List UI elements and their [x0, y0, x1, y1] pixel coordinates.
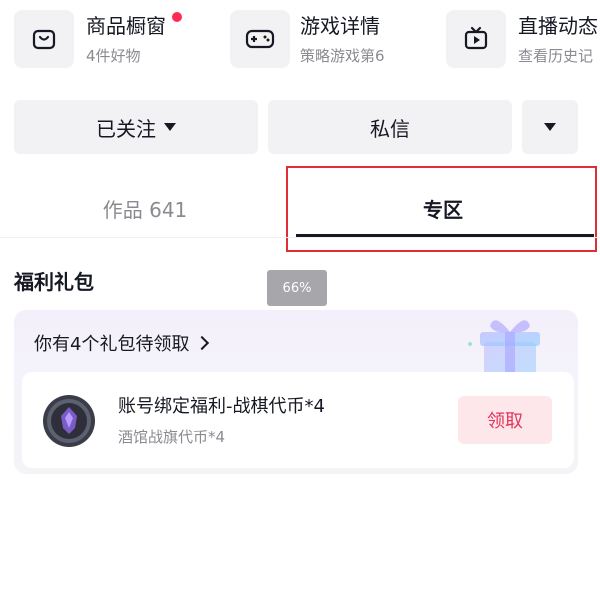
message-button[interactable]: 私信: [268, 100, 512, 154]
shortcut-live-updates[interactable]: 直播动态 查看历史记: [446, 8, 600, 72]
claim-button[interactable]: 领取: [458, 396, 552, 444]
shortcut-title: 游戏详情: [300, 14, 380, 38]
gift-item-title: 账号绑定福利-战棋代币*4: [118, 396, 325, 417]
message-label: 私信: [370, 116, 410, 141]
shortcut-subtitle: 策略游戏第6: [300, 47, 385, 65]
shortcut-subtitle: 查看历史记: [518, 47, 594, 65]
following-label: 已关注: [96, 116, 156, 141]
chevron-right-icon: [195, 335, 210, 351]
gift-item-subtitle: 酒馆战旗代币*4: [118, 428, 226, 446]
gamepad-icon: [230, 10, 290, 68]
caret-down-icon: [544, 123, 556, 131]
shortcut-subtitle: 4件好物: [86, 47, 141, 65]
section-title: 福利礼包: [14, 270, 94, 294]
more-options-button[interactable]: [522, 100, 578, 154]
following-button[interactable]: 已关注: [14, 100, 258, 154]
tab-zone[interactable]: 专区: [296, 178, 590, 238]
tab-zone-label: 专区: [423, 197, 463, 222]
gift-item: 账号绑定福利-战棋代币*4 酒馆战旗代币*4 领取: [22, 372, 574, 468]
gift-card: 你有4个礼包待领取 账号绑定福利-战棋代币*4 酒馆战旗代币*4 领取: [14, 310, 578, 474]
gift-pending-link[interactable]: 你有4个礼包待领取: [34, 330, 210, 356]
zoom-level-badge: 66%: [267, 270, 327, 306]
tv-icon: [446, 10, 506, 68]
shortcut-game-details[interactable]: 游戏详情 策略游戏第6: [230, 8, 430, 72]
tab-divider: [0, 237, 600, 238]
shortcut-title: 直播动态: [518, 14, 598, 38]
shop-bag-icon: [14, 10, 74, 68]
caret-down-icon: [164, 123, 176, 131]
tab-works-label: 作品 641: [102, 197, 188, 222]
shortcut-shop[interactable]: 商品橱窗 4件好物: [14, 8, 214, 72]
tab-works[interactable]: 作品 641: [14, 178, 276, 238]
shortcut-title: 商品橱窗: [86, 14, 166, 38]
gift-pending-label: 你有4个礼包待领取: [34, 334, 190, 355]
claim-label: 领取: [487, 411, 523, 432]
notification-dot: [172, 12, 182, 22]
game-coin-avatar: [42, 394, 96, 448]
